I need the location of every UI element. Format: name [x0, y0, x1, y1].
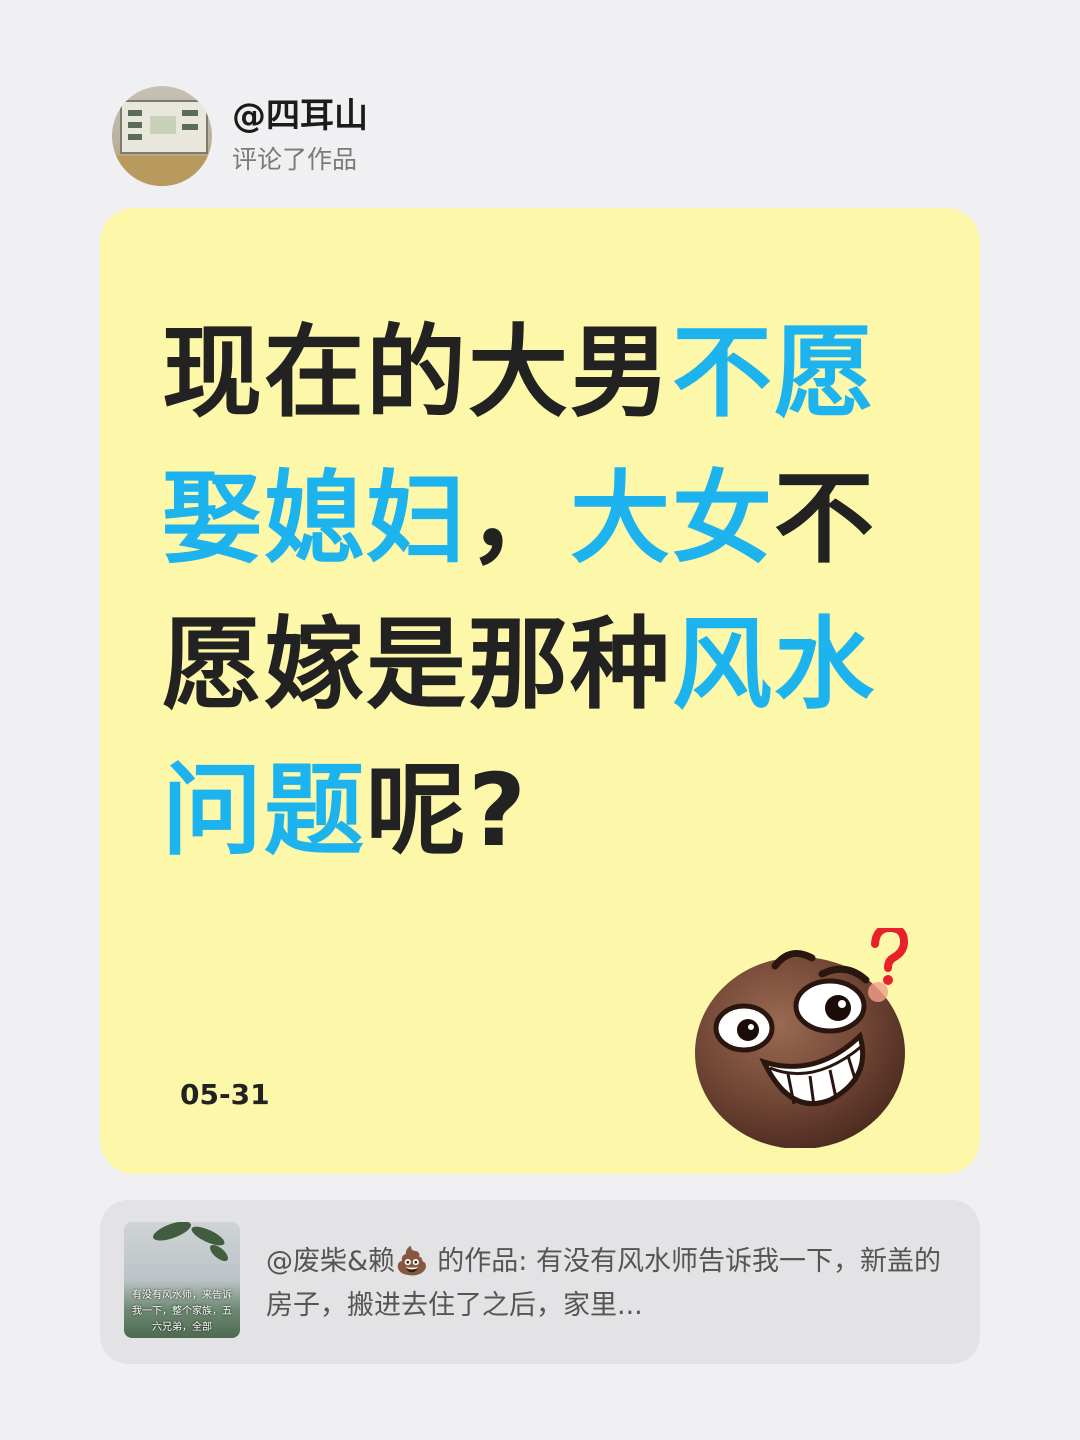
poop-emoji: 💩: [395, 1246, 429, 1277]
avatar-map-board: [120, 100, 208, 154]
avatar-ground: [112, 156, 212, 186]
comment-text-segment: 现在的大男: [162, 314, 672, 431]
comment-card[interactable]: 现在的大男不愿娶媳妇，大女不愿嫁是那种风水问题呢? 05-31: [100, 208, 980, 1174]
comment-text-segment: 呢?: [366, 752, 529, 869]
comment-text: 现在的大男不愿娶媳妇，大女不愿嫁是那种风水问题呢?: [162, 300, 922, 884]
post-thumbnail[interactable]: 有没有风水师，来告诉我一下，整个家族，五六兄弟，全部: [124, 1222, 240, 1338]
highlighted-text: 大女: [570, 460, 774, 577]
action-label: 评论了作品: [232, 145, 358, 174]
referenced-post-text: @废柴&赖💩 的作品: 有没有风水师告诉我一下，新盖的房子，搬进去住了之后，家里…: [266, 1240, 956, 1328]
comment-header: @四耳山 评论了作品: [112, 84, 368, 188]
referenced-author[interactable]: @废柴&赖: [266, 1246, 395, 1277]
thumbnail-caption: 有没有风水师，来告诉我一下，整个家族，五六兄弟，全部: [132, 1290, 232, 1333]
comment-date: 05-31: [180, 1078, 270, 1111]
confused-grin-emoji: [695, 928, 909, 1148]
avatar[interactable]: [112, 86, 212, 186]
referenced-post[interactable]: 有没有风水师，来告诉我一下，整个家族，五六兄弟，全部 @废柴&赖💩 的作品: 有…: [100, 1200, 980, 1364]
username[interactable]: @四耳山: [232, 94, 368, 138]
comment-text-segment: ，: [468, 460, 570, 577]
